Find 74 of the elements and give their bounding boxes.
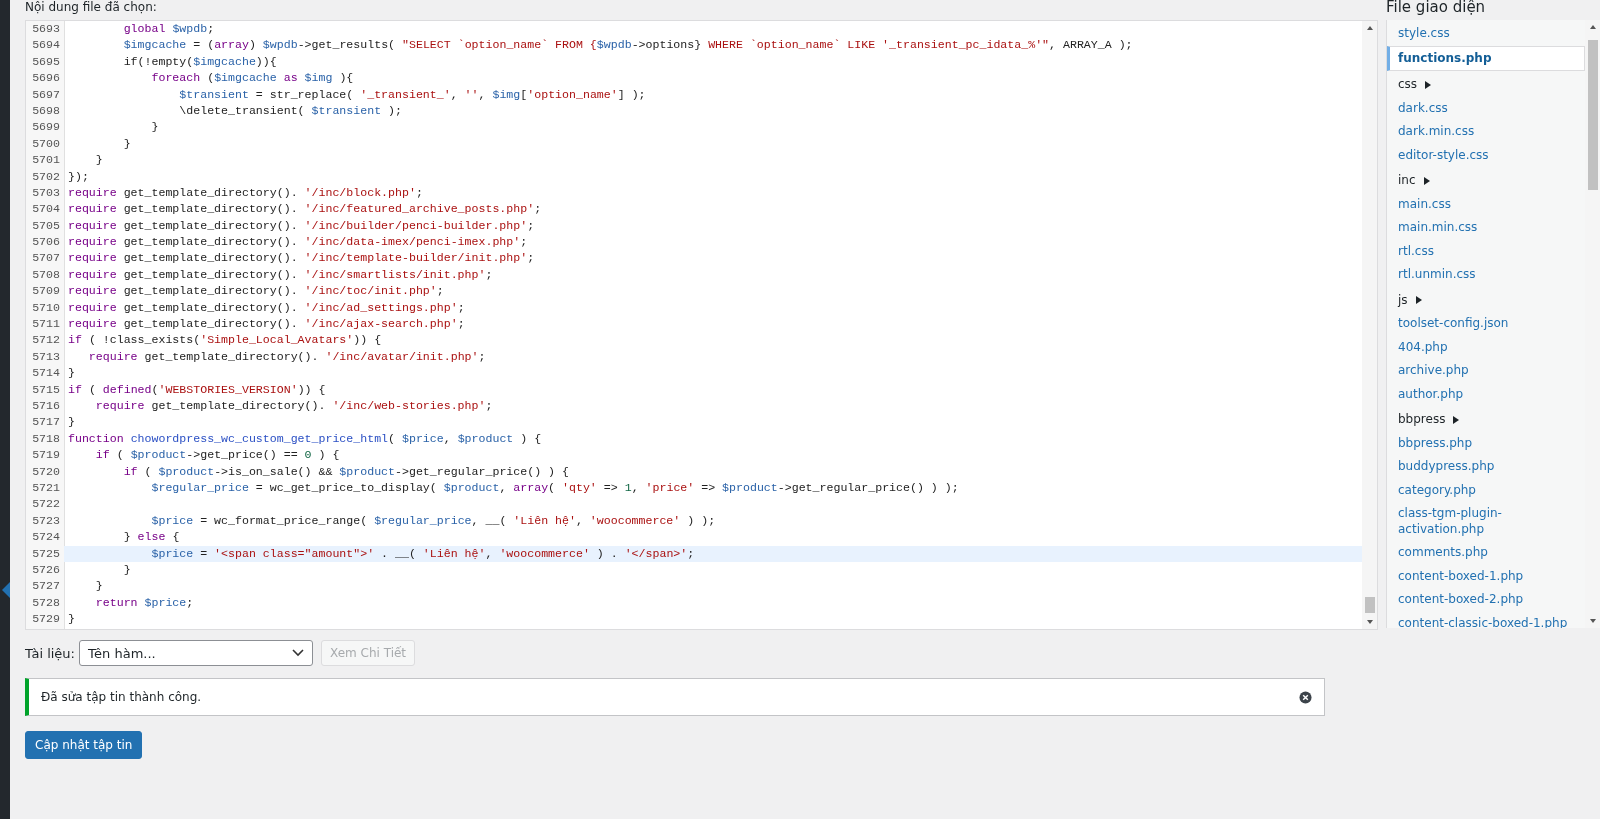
code-text: } xyxy=(150,119,159,136)
file-item[interactable]: 404.php xyxy=(1387,335,1585,359)
code-text: return $price; xyxy=(94,594,194,611)
function-select[interactable]: Tên hàm... xyxy=(79,640,313,666)
file-item[interactable]: css xyxy=(1387,71,1585,97)
arrow-icon xyxy=(2,582,10,598)
code-text: } xyxy=(67,365,75,382)
file-item[interactable]: category.php xyxy=(1387,478,1585,502)
code-text: require get_template_directory(). '/inc/web-stories.php'; xyxy=(94,398,493,414)
file-item[interactable]: main.min.css xyxy=(1387,216,1585,240)
code-text: $regular_price = wc_get_price_to_display( $product, array( 'qty' => 1, 'price' => $product->get_regular_price() ) ); xyxy=(150,479,959,496)
code-text: $transient = str_replace( '_transient_', '', $img['option_name'] ); xyxy=(178,86,646,103)
code-text: } xyxy=(122,561,131,578)
code-text: require get_template_directory(). '/inc/template-builder/init.php'; xyxy=(67,250,535,267)
file-item[interactable]: content-boxed-1.php xyxy=(1387,564,1585,588)
chevron-down-icon xyxy=(292,649,304,657)
code-text: \delete_transient( $transient ); xyxy=(178,102,402,119)
code-text: $price = wc_format_price_range( $regular_price, __( 'Liên hệ', 'woocommerce' ) ); xyxy=(150,512,716,529)
code-text: require get_template_directory(). '/inc/builder/penci-builder.php'; xyxy=(67,217,535,234)
file-item[interactable]: bbpress xyxy=(1387,406,1585,432)
code-text: if ( !class_exists('Simple_Local_Avatars')) { xyxy=(67,332,382,349)
file-item[interactable]: author.php xyxy=(1387,382,1585,406)
scrollbar[interactable] xyxy=(1362,21,1377,629)
code-text: if ( defined('WEBSTORIES_VERSION')) { xyxy=(67,381,326,398)
caret-right-icon xyxy=(1423,176,1430,185)
section-heading: Nội dung file đã chọn: xyxy=(25,0,158,16)
file-item[interactable]: inc xyxy=(1387,167,1585,193)
caret-right-icon xyxy=(1415,296,1422,305)
code-text: if ( $product->get_price() == 0 ) { xyxy=(94,447,340,464)
code-text: } xyxy=(67,611,75,628)
file-item[interactable]: dark.min.css xyxy=(1387,120,1585,144)
documentation-label: Tài liệu: xyxy=(25,645,75,661)
caret-right-icon xyxy=(1453,415,1460,424)
file-item[interactable]: editor-style.css xyxy=(1387,143,1585,167)
code-text: } else { xyxy=(122,529,180,546)
code-text: if ( $product->is_on_sale() && $product->get_regular_price() ) { xyxy=(122,463,569,480)
code-text: } xyxy=(122,135,131,152)
files-heading: File giao diện xyxy=(1386,0,1487,18)
file-item[interactable]: rtl.css xyxy=(1387,239,1585,263)
file-item[interactable]: rtl.unmin.css xyxy=(1387,263,1585,287)
code-text: $imgcache = (array) $wpdb->get_results( "SELECT `option_name` FROM {$wpdb->options} WHERE `option_name` LIKE '_transient_pc_idata_%'", ARRAY_A ); xyxy=(122,37,1133,54)
file-item[interactable]: bbpress.php xyxy=(1387,431,1585,455)
file-item[interactable]: js xyxy=(1387,286,1585,312)
code-text: require get_template_directory(). '/inc/block.php'; xyxy=(67,184,423,201)
code-text: require get_template_directory(). '/inc/ajax-search.php'; xyxy=(67,316,465,333)
code-text: require get_template_directory(). '/inc/toc/init.php'; xyxy=(67,283,444,300)
file-item[interactable]: main.css xyxy=(1387,192,1585,216)
caret-right-icon xyxy=(1425,80,1432,89)
file-item[interactable]: dark.css xyxy=(1387,96,1585,120)
code-text: require get_template_directory(). '/inc/avatar/init.php'; xyxy=(87,348,486,365)
dismiss-icon[interactable] xyxy=(1299,690,1312,704)
file-item[interactable]: class-tgm-plugin-activation.php xyxy=(1387,502,1585,541)
code-text: } xyxy=(94,578,103,595)
file-item[interactable]: comments.php xyxy=(1387,541,1585,565)
file-item[interactable]: content-boxed-2.php xyxy=(1387,588,1585,612)
update-file-button[interactable]: Cập nhật tập tin xyxy=(25,731,143,759)
code-text: if(!empty($imgcache)){ xyxy=(122,53,277,70)
code-text: foreach ($imgcache as $img ){ xyxy=(150,70,354,87)
code-text: } xyxy=(67,414,75,431)
file-item[interactable]: toolset-config.json xyxy=(1387,312,1585,336)
code-text: } xyxy=(94,152,103,169)
code-text: function chowordpress_wc_custom_get_price_html( $price, $product ) { xyxy=(67,430,542,447)
code-text: require get_template_directory(). '/inc/smartlists/init.php'; xyxy=(67,266,493,283)
file-item[interactable]: functions.php xyxy=(1387,45,1585,71)
code-text: require get_template_directory(). '/inc/featured_archive_posts.php'; xyxy=(67,201,542,218)
file-item[interactable]: style.css xyxy=(1387,22,1585,46)
code-text: require get_template_directory(). '/inc/ad_settings.php'; xyxy=(67,299,465,316)
notice-message: Đã sửa tập tin thành công. xyxy=(41,690,202,704)
file-item[interactable]: buddypress.php xyxy=(1387,455,1585,479)
code-text: }); xyxy=(67,168,89,185)
code-text: $price = '<span class="amount">' . __( 'Liên hệ', 'woocommerce' ) . '</span>'; xyxy=(150,545,695,562)
code-text: require get_template_directory(). '/inc/data-imex/penci-imex.php'; xyxy=(67,234,528,251)
file-item[interactable]: archive.php xyxy=(1387,359,1585,383)
code-text: global $wpdb; xyxy=(122,21,215,37)
